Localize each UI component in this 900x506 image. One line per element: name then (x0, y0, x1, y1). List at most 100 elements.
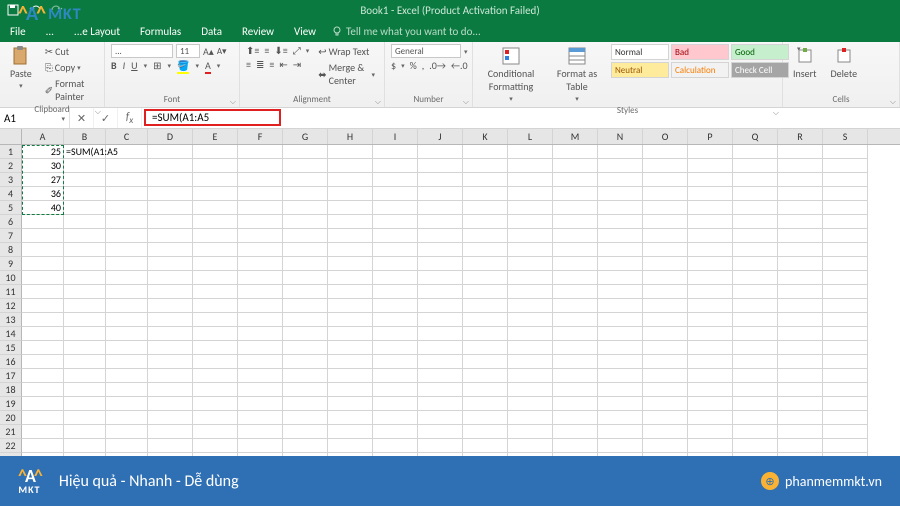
cell-C11[interactable] (106, 285, 148, 299)
cell-L22[interactable] (508, 439, 553, 453)
orientation-icon[interactable]: ⤢ (293, 44, 301, 57)
cell-H19[interactable] (328, 397, 373, 411)
cell-B20[interactable] (64, 411, 106, 425)
tab-review[interactable]: Review (232, 20, 284, 42)
cell-L10[interactable] (508, 271, 553, 285)
cell-C4[interactable] (106, 187, 148, 201)
cell-D7[interactable] (148, 229, 193, 243)
cell-R20[interactable] (778, 411, 823, 425)
cell-N22[interactable] (598, 439, 643, 453)
cell-G4[interactable] (283, 187, 328, 201)
align-middle-icon[interactable]: ≡ (264, 44, 269, 57)
row-header-14[interactable]: 14 (0, 327, 22, 341)
cell-G18[interactable] (283, 383, 328, 397)
cell-B10[interactable] (64, 271, 106, 285)
cell-H2[interactable] (328, 159, 373, 173)
cell-I20[interactable] (373, 411, 418, 425)
cell-M11[interactable] (553, 285, 598, 299)
cell-M1[interactable] (553, 145, 598, 159)
cell-C12[interactable] (106, 299, 148, 313)
cell-M13[interactable] (553, 313, 598, 327)
cut-button[interactable]: ✂Cut (42, 44, 98, 59)
col-header-G[interactable]: G (283, 129, 328, 144)
cell-J11[interactable] (418, 285, 463, 299)
cell-O2[interactable] (643, 159, 688, 173)
cell-A12[interactable] (22, 299, 64, 313)
row-header-4[interactable]: 4 (0, 187, 22, 201)
cell-D20[interactable] (148, 411, 193, 425)
cell-K7[interactable] (463, 229, 508, 243)
cell-D6[interactable] (148, 215, 193, 229)
cell-I18[interactable] (373, 383, 418, 397)
cell-M2[interactable] (553, 159, 598, 173)
cell-H20[interactable] (328, 411, 373, 425)
cell-B13[interactable] (64, 313, 106, 327)
cell-G19[interactable] (283, 397, 328, 411)
cell-D2[interactable] (148, 159, 193, 173)
insert-cells-button[interactable]: Insert (789, 44, 821, 82)
cell-E4[interactable] (193, 187, 238, 201)
row-header-1[interactable]: 1 (0, 145, 22, 159)
cell-L8[interactable] (508, 243, 553, 257)
align-right-icon[interactable]: ≡ (269, 58, 274, 71)
cell-C10[interactable] (106, 271, 148, 285)
cell-N5[interactable] (598, 201, 643, 215)
style-good[interactable]: Good (731, 44, 789, 60)
cell-L15[interactable] (508, 341, 553, 355)
cell-P11[interactable] (688, 285, 733, 299)
percent-icon[interactable]: % (410, 59, 417, 72)
cell-H13[interactable] (328, 313, 373, 327)
cell-J21[interactable] (418, 425, 463, 439)
cell-L16[interactable] (508, 355, 553, 369)
cell-O11[interactable] (643, 285, 688, 299)
row-header-13[interactable]: 13 (0, 313, 22, 327)
cell-A21[interactable] (22, 425, 64, 439)
cell-K18[interactable] (463, 383, 508, 397)
cell-R18[interactable] (778, 383, 823, 397)
select-all-corner[interactable] (0, 129, 22, 144)
cell-G9[interactable] (283, 257, 328, 271)
cell-K21[interactable] (463, 425, 508, 439)
row-header-21[interactable]: 21 (0, 425, 22, 439)
cell-H8[interactable] (328, 243, 373, 257)
cell-F17[interactable] (238, 369, 283, 383)
cell-O5[interactable] (643, 201, 688, 215)
cell-E8[interactable] (193, 243, 238, 257)
cell-P19[interactable] (688, 397, 733, 411)
cell-A10[interactable] (22, 271, 64, 285)
insert-function-button[interactable]: fx (118, 108, 142, 128)
cell-S1[interactable] (823, 145, 868, 159)
cell-R8[interactable] (778, 243, 823, 257)
cell-O19[interactable] (643, 397, 688, 411)
cell-A16[interactable] (22, 355, 64, 369)
cell-G21[interactable] (283, 425, 328, 439)
align-center-icon[interactable]: ≣ (256, 58, 264, 71)
col-header-P[interactable]: P (688, 129, 733, 144)
cell-S11[interactable] (823, 285, 868, 299)
inc-decimal-icon[interactable]: .0→ (429, 59, 446, 72)
cell-F20[interactable] (238, 411, 283, 425)
cell-R14[interactable] (778, 327, 823, 341)
font-name-select[interactable]: ... (111, 44, 173, 58)
cell-I8[interactable] (373, 243, 418, 257)
cell-R3[interactable] (778, 173, 823, 187)
increase-font-icon[interactable]: A▴ (203, 45, 214, 58)
cell-R2[interactable] (778, 159, 823, 173)
cell-E17[interactable] (193, 369, 238, 383)
cell-L9[interactable] (508, 257, 553, 271)
cell-S21[interactable] (823, 425, 868, 439)
cell-J1[interactable] (418, 145, 463, 159)
cell-Q14[interactable] (733, 327, 778, 341)
cell-J22[interactable] (418, 439, 463, 453)
cell-N6[interactable] (598, 215, 643, 229)
cell-L14[interactable] (508, 327, 553, 341)
cell-L11[interactable] (508, 285, 553, 299)
cell-G10[interactable] (283, 271, 328, 285)
cell-L21[interactable] (508, 425, 553, 439)
cell-M4[interactable] (553, 187, 598, 201)
cell-K22[interactable] (463, 439, 508, 453)
col-header-D[interactable]: D (148, 129, 193, 144)
cell-H18[interactable] (328, 383, 373, 397)
cell-Q12[interactable] (733, 299, 778, 313)
cell-S9[interactable] (823, 257, 868, 271)
